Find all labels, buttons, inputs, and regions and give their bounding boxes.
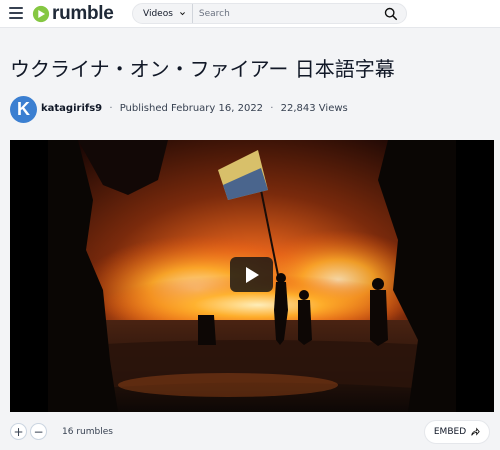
search-input[interactable]: [192, 4, 384, 23]
rumble-logo-icon: [32, 5, 50, 23]
chevron-down-icon: [179, 12, 185, 16]
video-title: ウクライナ・オン・ファイアー 日本語字幕: [10, 57, 395, 81]
rumble-down-button[interactable]: −: [30, 423, 47, 440]
video-meta: katagirifs9 · Published February 16, 202…: [41, 103, 348, 114]
channel-avatar[interactable]: K: [10, 96, 37, 123]
menu-icon[interactable]: [9, 7, 23, 19]
top-bar: rumble Videos: [0, 0, 500, 28]
meta-separator: ·: [270, 103, 274, 114]
rumble-controls: + − 16 rumbles: [10, 423, 113, 440]
search-bar: Videos: [132, 3, 407, 24]
rumble-up-button[interactable]: +: [10, 423, 27, 440]
rumble-count: 16 rumbles: [62, 426, 113, 437]
publish-date: Published February 16, 2022: [119, 103, 264, 114]
meta-separator: ·: [109, 103, 113, 114]
play-button[interactable]: [230, 257, 273, 292]
channel-name[interactable]: katagirifs9: [41, 103, 102, 114]
category-select[interactable]: Videos: [133, 4, 193, 23]
video-player[interactable]: [10, 140, 494, 412]
video-actions: + − 16 rumbles EMBED: [0, 416, 500, 450]
logo-text: rumble: [52, 3, 114, 24]
embed-button[interactable]: EMBED: [424, 420, 490, 444]
category-label: Videos: [143, 8, 173, 19]
view-count: 22,843 Views: [280, 103, 348, 114]
play-icon: [245, 266, 259, 283]
share-arrow-icon: [471, 427, 480, 436]
embed-label: EMBED: [433, 427, 467, 437]
rumble-logo[interactable]: rumble: [32, 3, 114, 25]
search-icon[interactable]: [384, 7, 398, 21]
